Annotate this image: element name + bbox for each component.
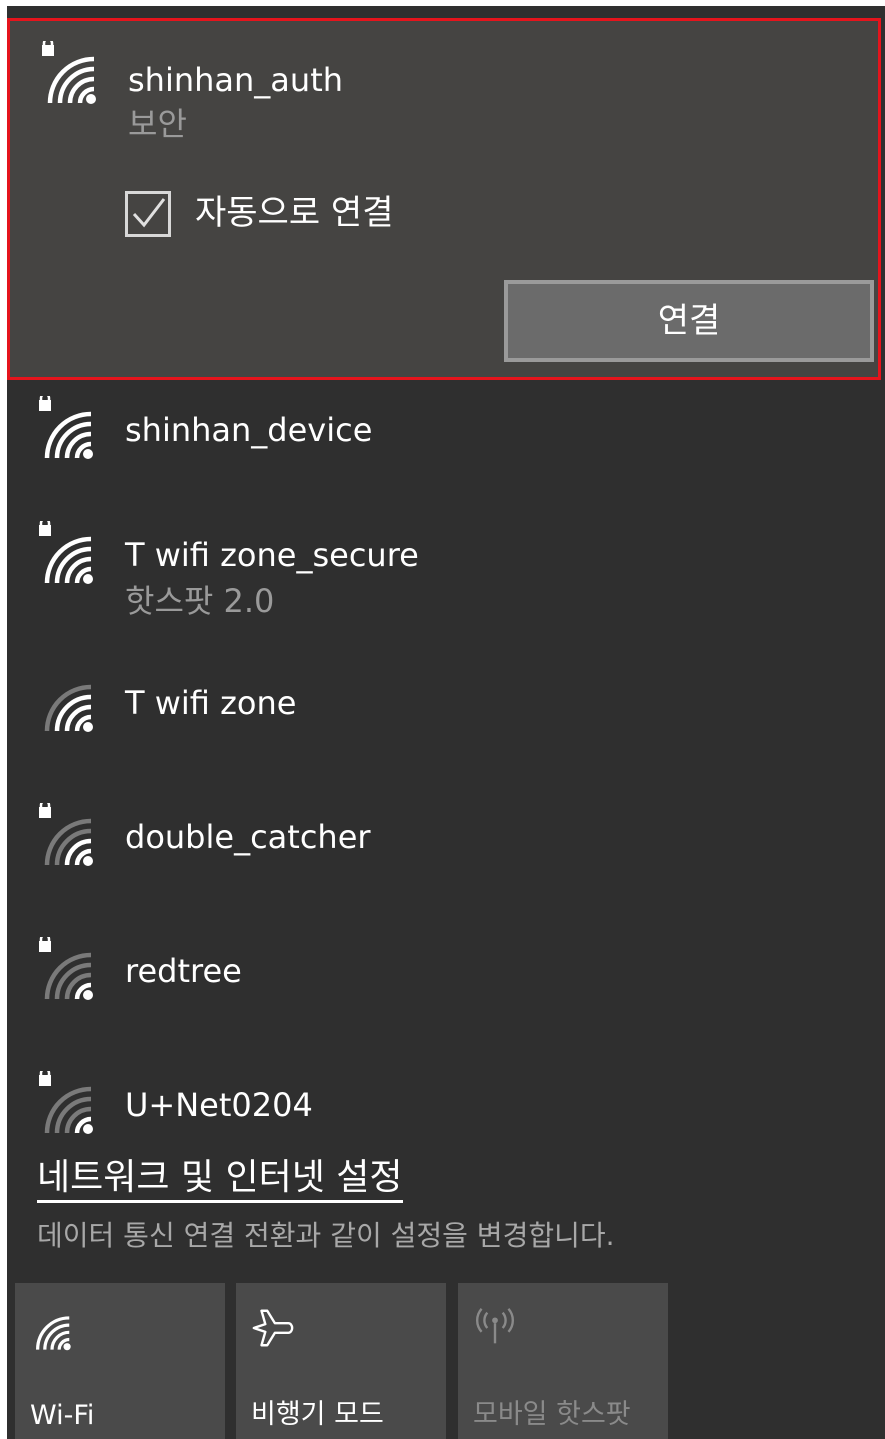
wifi-open-signal-icon (44, 684, 93, 732)
network-item[interactable]: shinhan_device (7, 391, 885, 481)
connect-button[interactable]: 연결 (504, 280, 874, 362)
network-item[interactable]: redtree (7, 932, 885, 1022)
wifi-secured-signal-icon (39, 937, 93, 1000)
network-name: double_catcher (125, 818, 371, 856)
mobile-hotspot-icon (475, 1308, 515, 1344)
network-type: 핫스팟 2.0 (125, 582, 275, 620)
mobile-hotspot-label: 모바일 핫스팟 (473, 1399, 631, 1430)
network-security-status: 보안 (128, 105, 187, 143)
network-item[interactable]: double_catcher (7, 798, 885, 888)
selected-network-item[interactable]: shinhan_auth 보안 자동으로 연결 연결 (7, 18, 881, 380)
auto-connect-label: 자동으로 연결 (195, 193, 394, 233)
airplane-mode-label: 비행기 모드 (251, 1399, 384, 1430)
network-name: shinhan_auth (128, 61, 344, 99)
network-settings-link[interactable]: 네트워크 및 인터넷 설정 (37, 1156, 403, 1203)
wifi-secured-signal-icon (39, 521, 93, 584)
airplane-icon (252, 1309, 294, 1347)
wifi-secured-signal-icon (39, 396, 93, 459)
network-settings-description: 데이터 통신 연결 전환과 같이 설정을 변경합니다. (37, 1219, 615, 1252)
network-item[interactable]: T wifi zone (7, 664, 885, 754)
network-name: U+Net0204 (125, 1086, 313, 1124)
checkmark-icon (132, 198, 166, 228)
network-name: shinhan_device (125, 411, 373, 449)
network-name: T wifi zone (125, 684, 297, 722)
wifi-secured-signal-icon (42, 41, 96, 104)
wifi-tile-label: Wi-Fi (30, 1400, 95, 1431)
wifi-secured-signal-icon (39, 1071, 93, 1134)
network-flyout: shinhan_auth 보안 자동으로 연결 연결 shinhan_devic… (7, 6, 885, 1439)
airplane-mode-tile[interactable]: 비행기 모드 (236, 1283, 446, 1439)
network-name: redtree (125, 952, 242, 990)
mobile-hotspot-tile[interactable]: 모바일 핫스팟 (458, 1283, 668, 1439)
wifi-toggle-tile[interactable]: Wi-Fi (15, 1283, 225, 1439)
auto-connect-checkbox[interactable] (125, 191, 171, 237)
network-name: T wifi zone_secure (125, 536, 419, 574)
network-item[interactable]: T wifi zone_secure 핫스팟 2.0 (7, 516, 885, 626)
wifi-secured-signal-icon (39, 803, 93, 866)
network-item[interactable]: U+Net0204 (7, 1066, 885, 1146)
wifi-icon (36, 1316, 71, 1351)
